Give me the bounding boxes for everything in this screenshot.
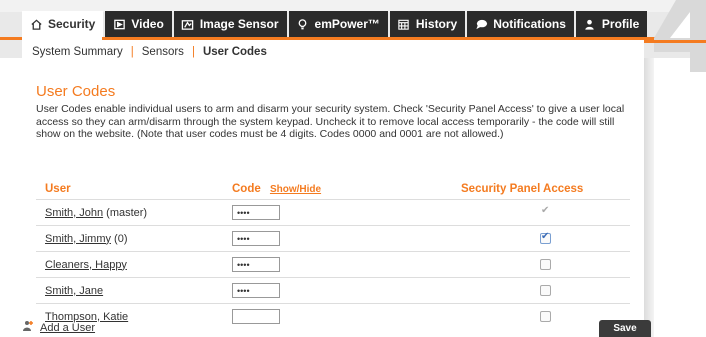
user-cell: Smith, Jane	[36, 277, 223, 304]
user-role: (0)	[111, 232, 128, 245]
column-access: Security Panel Access	[461, 183, 584, 195]
tab-label: History	[415, 17, 458, 31]
access-cell	[452, 277, 630, 304]
user-codes-panel: User Codes User Codes enable individual …	[36, 83, 630, 329]
table-row: Smith, Jimmy (0) •••• ✔	[36, 225, 630, 252]
main-tabs: Security Video Image Sensor emPower™ His…	[22, 11, 649, 37]
user-cell: Cleaners, Happy	[36, 251, 223, 278]
code-cell: ••••	[223, 199, 452, 226]
tab-label: Notifications	[493, 17, 566, 31]
tab-notifications[interactable]: Notifications	[467, 11, 574, 37]
checkmark-icon: ✔	[541, 231, 550, 243]
tab-label: emPower™	[314, 17, 380, 31]
video-icon	[112, 17, 126, 31]
access-checkbox[interactable]	[540, 285, 551, 297]
code-input[interactable]: ••••	[232, 257, 280, 272]
access-checkbox[interactable]: ✔	[540, 231, 551, 245]
checkmark-icon: ✔	[541, 205, 550, 217]
main-content: User Codes User Codes enable individual …	[22, 64, 644, 337]
code-cell: ••••	[223, 225, 452, 252]
speech-bubble-icon	[474, 17, 488, 31]
user-codes-table: User Code Show/Hide Security Panel Acces…	[36, 179, 630, 329]
code-input[interactable]: ••••	[232, 283, 280, 298]
page-title: User Codes	[36, 83, 116, 100]
access-cell	[452, 251, 630, 278]
access-checkbox[interactable]	[540, 311, 551, 323]
subnav-system-summary[interactable]: System Summary	[32, 46, 123, 58]
page-description: User Codes enable individual users to ar…	[36, 103, 625, 140]
table-row: Smith, Jane ••••	[36, 277, 630, 304]
sub-navigation: System Summary | Sensors | User Codes	[22, 40, 644, 64]
code-cell	[223, 303, 452, 329]
access-checkbox[interactable]	[540, 259, 551, 271]
user-link[interactable]: Smith, John	[45, 207, 103, 219]
table-row: Smith, John (master) •••• ✔	[36, 199, 630, 226]
person-icon	[583, 17, 597, 31]
code-cell: ••••	[223, 277, 452, 304]
table-row: Thompson, Katie	[36, 303, 630, 329]
code-input[interactable]: ••••	[232, 231, 280, 246]
code-cell: ••••	[223, 251, 452, 278]
subnav-sensors[interactable]: Sensors	[142, 46, 184, 58]
subnav-separator: |	[191, 46, 195, 58]
access-checkbox: ✔	[540, 205, 551, 218]
column-code-label: Code	[232, 183, 261, 195]
tab-image-sensor[interactable]: Image Sensor	[173, 11, 287, 37]
code-input[interactable]: ••••	[232, 205, 280, 220]
add-user-icon	[22, 320, 34, 335]
tab-history[interactable]: History	[389, 11, 466, 37]
user-role: (master)	[103, 206, 148, 219]
add-user-link[interactable]: Add a User	[40, 322, 95, 334]
content-shadow	[644, 58, 654, 337]
column-code: Code Show/Hide	[223, 179, 452, 200]
tab-label: Video	[131, 17, 164, 31]
user-link[interactable]: Cleaners, Happy	[45, 259, 127, 271]
lightbulb-icon	[296, 17, 310, 31]
subnav-separator: |	[130, 46, 134, 58]
access-cell: ✔	[452, 225, 630, 252]
user-cell: Smith, John (master)	[36, 199, 223, 226]
column-user: User	[45, 183, 71, 195]
calendar-icon	[397, 17, 411, 31]
code-input[interactable]	[232, 309, 280, 324]
show-hide-link[interactable]: Show/Hide	[270, 184, 321, 195]
user-link[interactable]: Smith, Jane	[45, 285, 103, 297]
image-sensor-icon	[181, 17, 195, 31]
home-icon	[29, 17, 43, 31]
save-button[interactable]: Save	[599, 320, 651, 337]
tab-security[interactable]: Security	[22, 11, 104, 37]
table-row: Cleaners, Happy ••••	[36, 251, 630, 278]
tab-label: Security	[48, 17, 96, 31]
subnav-user-codes[interactable]: User Codes	[203, 46, 267, 58]
access-cell: ✔	[452, 199, 630, 226]
tab-video[interactable]: Video	[105, 11, 172, 37]
table-header: User Code Show/Hide Security Panel Acces…	[36, 179, 630, 200]
add-user-button[interactable]: Add a User	[22, 320, 95, 335]
tab-empower[interactable]: emPower™	[288, 11, 388, 37]
user-cell: Smith, Jimmy (0)	[36, 225, 223, 252]
user-link[interactable]: Smith, Jimmy	[45, 233, 111, 245]
tab-label: Image Sensor	[199, 17, 279, 31]
